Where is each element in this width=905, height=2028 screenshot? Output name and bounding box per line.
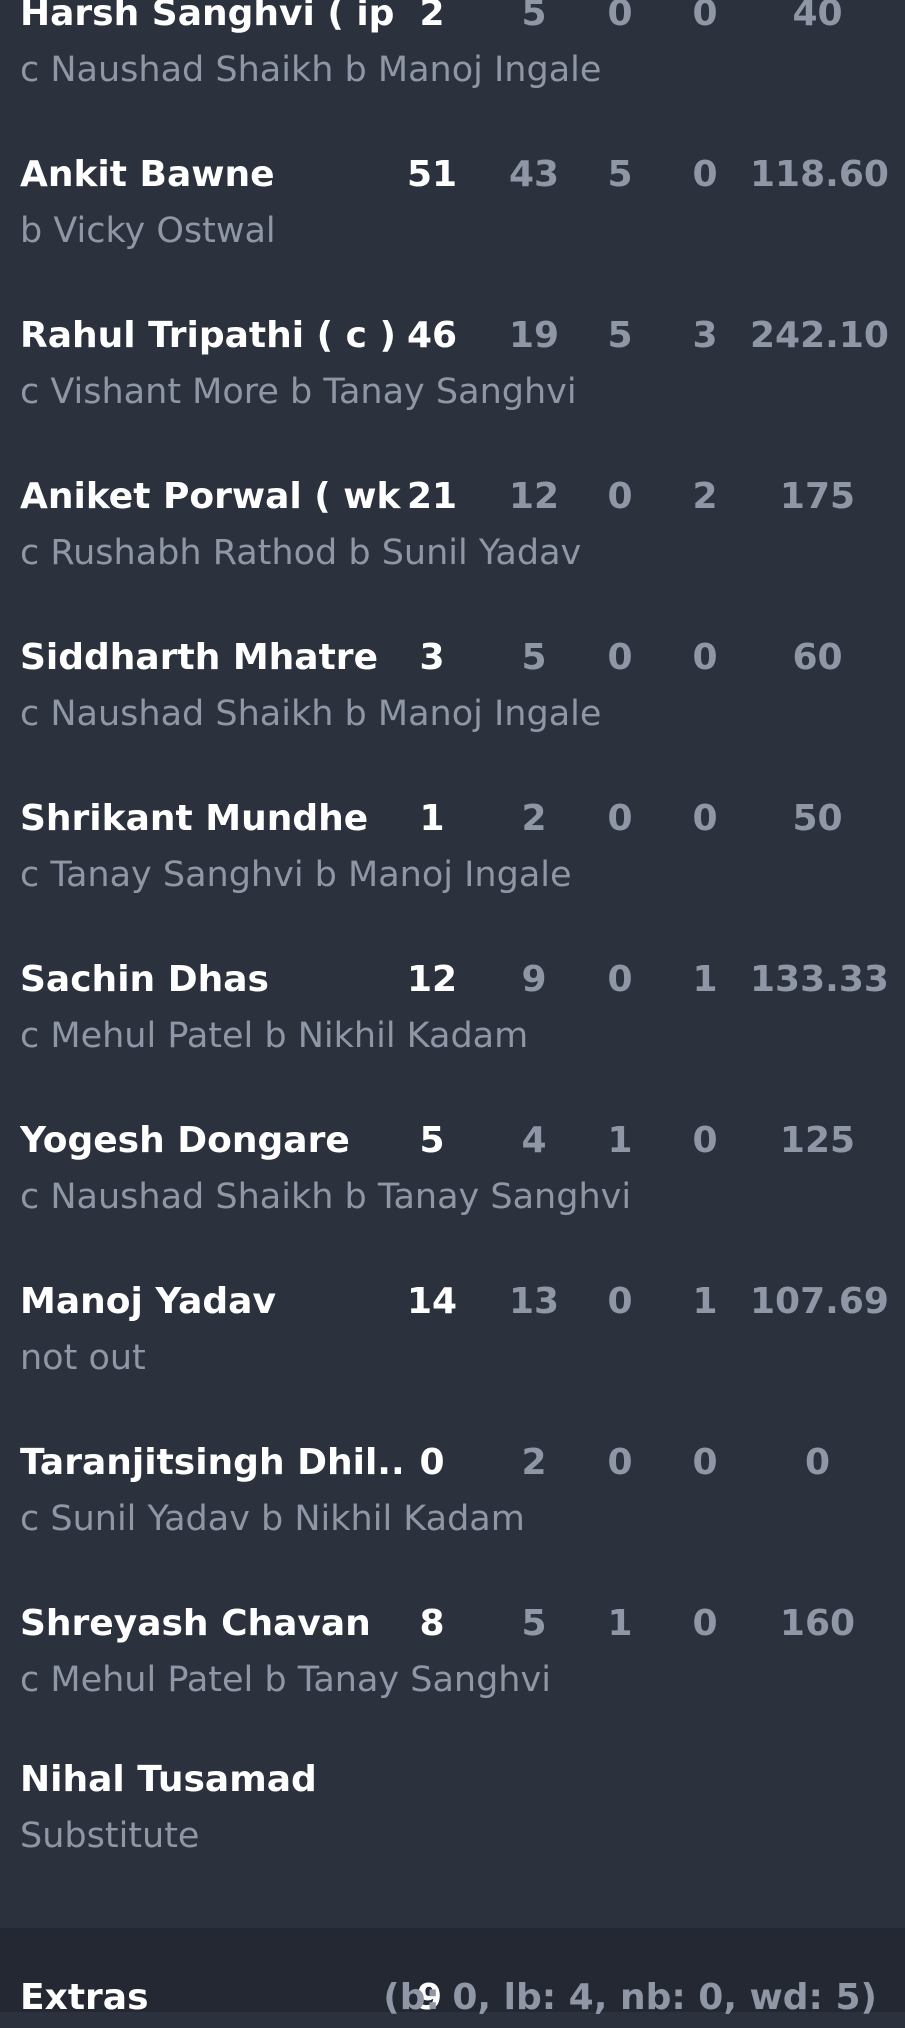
- batter-row[interactable]: Yogesh Dongare 5 4 1 0 125 c Naushad Sha…: [0, 1113, 905, 1274]
- runs-value: 8: [419, 1603, 445, 1644]
- balls-value: 9: [521, 959, 547, 1000]
- sixes-value: 0: [692, 637, 718, 678]
- strike-rate-value: 160: [779, 1603, 856, 1644]
- fours-value: 0: [607, 798, 633, 839]
- batter-name: Yogesh Dongare: [20, 1120, 350, 1161]
- dismissal-text: c Sunil Yadav b Nikhil Kadam: [20, 1499, 525, 1539]
- runs-value: 14: [406, 1281, 458, 1322]
- strike-rate-value: 175: [779, 476, 856, 517]
- fours-value: 0: [607, 959, 633, 1000]
- fours-value: 0: [607, 637, 633, 678]
- batter-row[interactable]: Manoj Yadav 14 13 0 1 107.69 not out: [0, 1274, 905, 1435]
- batter-name: Siddharth Mhatre: [20, 637, 378, 678]
- strike-rate-value: 133.33: [750, 959, 889, 1000]
- batter-row[interactable]: Rahul Tripathi ( c ) 46 19 5 3 242.10 c …: [0, 308, 905, 469]
- balls-value: 2: [521, 1442, 547, 1483]
- batter-name: Aniket Porwal ( wk ): [20, 476, 405, 517]
- extras-label: Extras: [20, 1977, 149, 2018]
- runs-value: 5: [419, 1120, 445, 1161]
- dismissal-text: c Tanay Sanghvi b Manoj Ingale: [20, 855, 572, 895]
- batter-name: Nihal Tusamad: [20, 1759, 317, 1800]
- batter-name: Sachin Dhas: [20, 959, 269, 1000]
- strike-rate-value: 107.69: [750, 1281, 889, 1322]
- runs-value: 0: [419, 1442, 445, 1483]
- strike-rate-value: 242.10: [750, 315, 889, 356]
- balls-value: 19: [508, 315, 560, 356]
- fours-value: 0: [607, 1442, 633, 1483]
- batter-name: Rahul Tripathi ( c ): [20, 315, 396, 356]
- sixes-value: 1: [692, 1281, 718, 1322]
- dismissal-text: c Naushad Shaikh b Tanay Sanghvi: [20, 1177, 632, 1217]
- balls-value: 13: [508, 1281, 560, 1322]
- sixes-value: 3: [692, 315, 718, 356]
- fours-value: 0: [607, 0, 633, 34]
- sixes-value: 0: [692, 154, 718, 195]
- batting-scorecard: Harsh Sanghvi ( ip ) 2 5 0 0 40 c Nausha…: [0, 0, 905, 1928]
- balls-value: 43: [508, 154, 560, 195]
- batter-name: Shreyash Chavan: [20, 1603, 371, 1644]
- runs-value: 21: [406, 476, 458, 517]
- runs-value: 3: [419, 637, 445, 678]
- batter-row[interactable]: Taranjitsingh Dhil... 0 2 0 0 0 c Sunil …: [0, 1435, 905, 1596]
- batter-row[interactable]: Shreyash Chavan 8 5 1 0 160 c Mehul Pate…: [0, 1596, 905, 1757]
- balls-value: 5: [521, 0, 547, 34]
- dismissal-text: b Vicky Ostwal: [20, 211, 276, 251]
- sixes-value: 0: [692, 1603, 718, 1644]
- sixes-value: 1: [692, 959, 718, 1000]
- extras-breakdown: (b: 0, lb: 4, nb: 0, wd: 5): [383, 1977, 877, 2018]
- strike-rate-value: 40: [792, 0, 843, 34]
- batter-name: Ankit Bawne: [20, 154, 275, 195]
- balls-value: 5: [521, 1603, 547, 1644]
- fours-value: 0: [607, 476, 633, 517]
- balls-value: 2: [521, 798, 547, 839]
- batter-row[interactable]: Shrikant Mundhe 1 2 0 0 50 c Tanay Sangh…: [0, 791, 905, 952]
- dismissal-text: Substitute: [20, 1816, 200, 1856]
- strike-rate-value: 50: [792, 798, 843, 839]
- batter-name: Manoj Yadav: [20, 1281, 276, 1322]
- strike-rate-value: 60: [792, 637, 843, 678]
- extras-row: Extras 9 (b: 0, lb: 4, nb: 0, wd: 5): [0, 1928, 905, 2018]
- sixes-value: 0: [692, 1120, 718, 1161]
- sixes-value: 0: [692, 0, 718, 34]
- batter-row[interactable]: Siddharth Mhatre 3 5 0 0 60 c Naushad Sh…: [0, 630, 905, 791]
- dismissal-text: not out: [20, 1338, 146, 1378]
- batter-name: Harsh Sanghvi ( ip ): [20, 0, 405, 34]
- balls-value: 5: [521, 637, 547, 678]
- batter-row[interactable]: Nihal Tusamad Substitute: [0, 1752, 905, 1913]
- balls-value: 4: [521, 1120, 547, 1161]
- fours-value: 0: [607, 1281, 633, 1322]
- runs-value: 12: [406, 959, 458, 1000]
- runs-value: 51: [406, 154, 458, 195]
- sixes-value: 0: [692, 798, 718, 839]
- strike-rate-value: 0: [804, 1442, 831, 1483]
- dismissal-text: c Mehul Patel b Tanay Sanghvi: [20, 1660, 551, 1700]
- runs-value: 1: [419, 798, 445, 839]
- balls-value: 12: [508, 476, 560, 517]
- dismissal-text: c Naushad Shaikh b Manoj Ingale: [20, 694, 602, 734]
- runs-value: 2: [419, 0, 445, 34]
- batter-row[interactable]: Sachin Dhas 12 9 0 1 133.33 c Mehul Pate…: [0, 952, 905, 1113]
- batter-row[interactable]: Aniket Porwal ( wk ) 21 12 0 2 175 c Rus…: [0, 469, 905, 630]
- sixes-value: 2: [692, 476, 718, 517]
- strike-rate-value: 125: [779, 1120, 856, 1161]
- runs-value: 46: [406, 315, 458, 356]
- batter-name: Shrikant Mundhe: [20, 798, 369, 839]
- dismissal-text: c Rushabh Rathod b Sunil Yadav: [20, 533, 582, 573]
- batter-row[interactable]: Harsh Sanghvi ( ip ) 2 5 0 0 40 c Nausha…: [0, 0, 905, 147]
- fours-value: 5: [607, 315, 633, 356]
- dismissal-text: c Naushad Shaikh b Manoj Ingale: [20, 50, 602, 90]
- sixes-value: 0: [692, 1442, 718, 1483]
- strike-rate-value: 118.60: [750, 154, 889, 195]
- fours-value: 5: [607, 154, 633, 195]
- dismissal-text: c Vishant More b Tanay Sanghvi: [20, 372, 577, 412]
- dismissal-text: c Mehul Patel b Nikhil Kadam: [20, 1016, 529, 1056]
- batter-name: Taranjitsingh Dhil...: [20, 1442, 405, 1483]
- fours-value: 1: [607, 1603, 633, 1644]
- batter-row[interactable]: Ankit Bawne 51 43 5 0 118.60 b Vicky Ost…: [0, 147, 905, 308]
- fours-value: 1: [607, 1120, 633, 1161]
